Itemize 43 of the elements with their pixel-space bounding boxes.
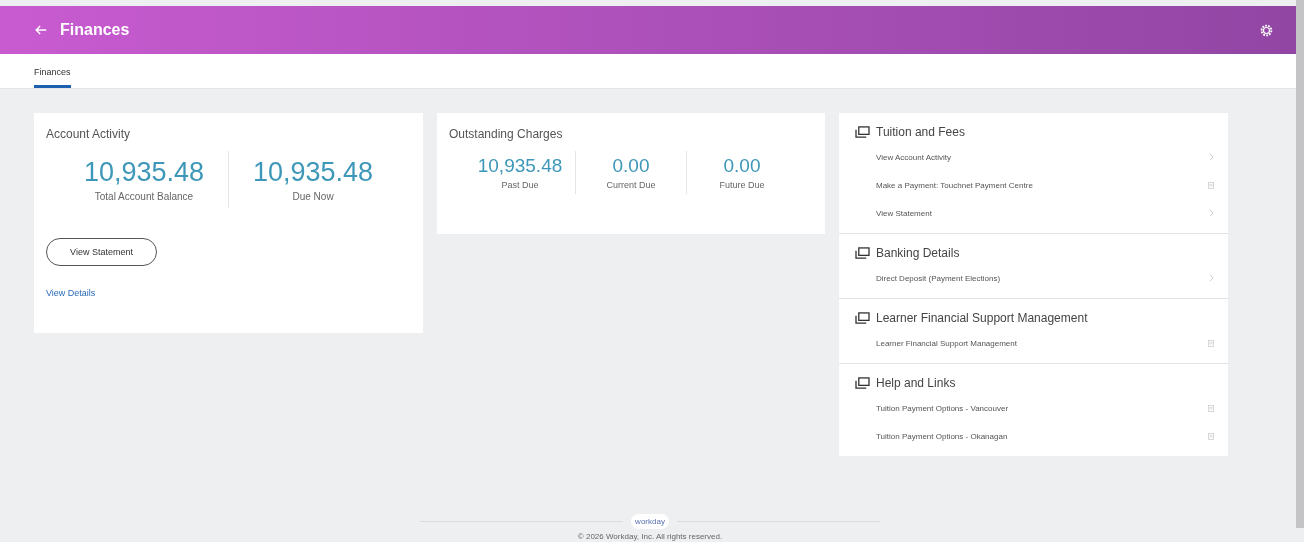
section-link[interactable]: Tuition Payment Options - Vancouver (876, 403, 1009, 413)
windows-icon (855, 376, 870, 390)
windows-icon (855, 246, 870, 260)
section-title: Banking Details (876, 246, 960, 260)
view-details-link[interactable]: View Details (46, 288, 96, 298)
section-link[interactable]: View Statement (876, 208, 932, 218)
chevron-icon (1209, 209, 1214, 217)
page-title: Finances (60, 21, 130, 39)
amount-label: Future Due (719, 180, 765, 190)
amount-label: Total Account Balance (94, 191, 194, 202)
amount-label: Current Due (606, 180, 656, 190)
document-icon (1208, 432, 1214, 440)
scrollbar[interactable] (1296, 0, 1304, 528)
chevron-icon (1209, 153, 1214, 161)
section-title: Learner Financial Support Management (876, 311, 1088, 325)
document-icon (1208, 404, 1214, 412)
section-link[interactable]: View Account Activity (876, 152, 951, 162)
settings-icon[interactable] (1259, 22, 1274, 38)
section-link[interactable]: Tuition Payment Options - Okanagan (876, 431, 1008, 441)
cloud-logo: workday (631, 514, 669, 529)
amount-value: 10,935.48 (83, 157, 204, 188)
back-arrow-icon[interactable] (34, 23, 48, 37)
copyright-text: © 2026 Workday, Inc. All rights reserved. (577, 532, 723, 541)
section-link[interactable]: Learner Financial Support Management (876, 338, 1017, 348)
view-statement-button[interactable]: View Statement (46, 238, 157, 266)
windows-icon (855, 311, 870, 325)
section-title: Tuition and Fees (876, 125, 965, 139)
chevron-icon (1209, 274, 1214, 282)
section-link[interactable]: Make a Payment: Touchnet Payment Centre (876, 180, 1033, 190)
amount-value: 0.00 (723, 155, 761, 177)
windows-icon (855, 125, 870, 139)
tab[interactable]: Finances (34, 54, 71, 88)
amount-value: 10,935.48 (477, 155, 563, 177)
amount-value: 0.00 (612, 155, 650, 177)
amount-label: Past Due (501, 180, 539, 190)
document-icon (1208, 181, 1214, 189)
card-title: Account Activity (46, 127, 132, 141)
card-title: Outstanding Charges (449, 127, 564, 141)
document-icon (1208, 339, 1214, 347)
section-link[interactable]: Direct Deposit (Payment Elections) (876, 273, 1001, 283)
section-title: Help and Links (876, 376, 956, 390)
amount-label: Due Now (292, 191, 334, 202)
amount-value: 10,935.48 (253, 157, 374, 188)
